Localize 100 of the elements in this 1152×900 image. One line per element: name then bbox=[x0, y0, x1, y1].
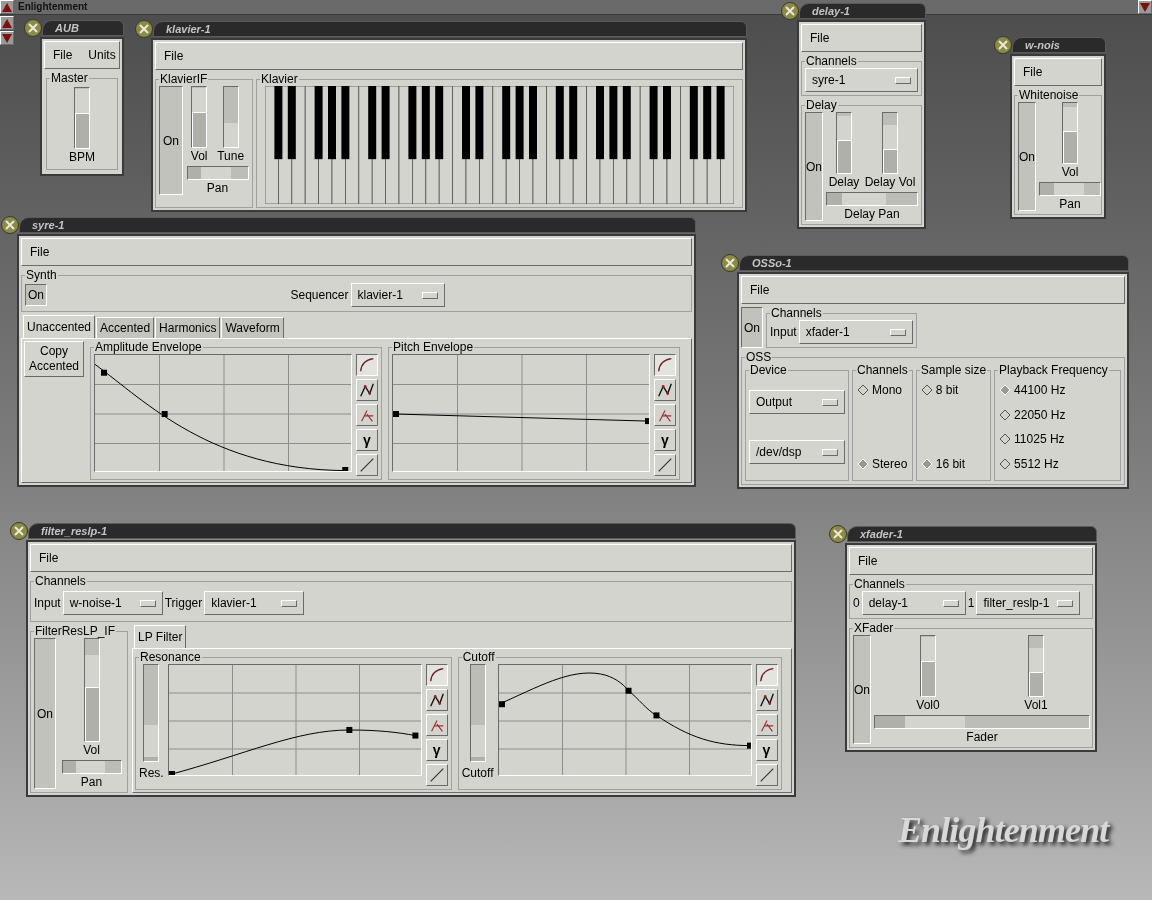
envelope-graph[interactable] bbox=[497, 664, 752, 776]
control-point[interactable] bbox=[746, 742, 752, 749]
on-toggle[interactable]: On bbox=[25, 284, 47, 306]
piano-keyboard-drawing[interactable] bbox=[265, 86, 734, 204]
menu-item[interactable]: File bbox=[750, 284, 770, 296]
curve-tool-button[interactable] bbox=[425, 664, 448, 686]
close-button[interactable] bbox=[829, 525, 847, 543]
option-menu[interactable]: w-noise-1 bbox=[62, 591, 163, 615]
menu-item[interactable]: File bbox=[858, 555, 878, 567]
on-toggle[interactable]: On bbox=[741, 307, 763, 348]
window-title-bar[interactable]: klavier-1 bbox=[153, 21, 747, 37]
curve-tool-button[interactable] bbox=[654, 354, 676, 376]
window-title-bar[interactable]: filter_reslp-1 bbox=[28, 523, 796, 539]
close-button[interactable] bbox=[135, 20, 153, 38]
window-title-bar[interactable]: OSSo-1 bbox=[739, 255, 1129, 271]
control-point[interactable] bbox=[653, 712, 659, 719]
radio-button[interactable]: Mono bbox=[858, 381, 909, 399]
control-point[interactable] bbox=[346, 726, 353, 733]
radio-button[interactable]: 16 bit bbox=[921, 455, 988, 473]
option-menu[interactable]: filter_reslp-1 bbox=[976, 591, 1081, 615]
group-label: XFader bbox=[853, 622, 895, 635]
option-menu[interactable]: syre-1 bbox=[805, 68, 918, 92]
scroll-up-button[interactable] bbox=[0, 0, 14, 14]
group-label: Device bbox=[749, 364, 788, 377]
close-icon bbox=[28, 23, 38, 33]
control-point[interactable] bbox=[625, 687, 632, 694]
option-menu[interactable]: klavier-1 bbox=[204, 591, 305, 615]
slider-label: Fader bbox=[966, 731, 998, 744]
window-title-bar[interactable]: xfader-1 bbox=[847, 526, 1097, 542]
radio-button[interactable]: 5512 Hz bbox=[1000, 454, 1117, 473]
curve-tool-button[interactable] bbox=[755, 664, 778, 686]
menu-item[interactable]: Units bbox=[88, 49, 116, 61]
radio-button[interactable]: Stereo bbox=[858, 455, 909, 473]
group-label: Master bbox=[50, 72, 89, 85]
close-button[interactable] bbox=[10, 522, 28, 540]
close-button[interactable] bbox=[24, 19, 42, 37]
control-point[interactable] bbox=[168, 771, 175, 776]
field-label: Sequencer bbox=[290, 287, 349, 304]
envelope-graph[interactable] bbox=[167, 664, 422, 776]
tab[interactable]: Unaccented bbox=[23, 315, 96, 338]
menu-item[interactable]: File bbox=[164, 50, 184, 62]
radio-button[interactable]: 11025 Hz bbox=[1000, 430, 1117, 449]
menu-item[interactable]: File bbox=[39, 552, 59, 564]
option-indicator-icon bbox=[139, 599, 156, 607]
radio-button[interactable]: 8 bit bbox=[921, 381, 988, 399]
curve-tool-button[interactable]: γ bbox=[425, 739, 448, 761]
control-point[interactable] bbox=[412, 732, 419, 739]
option-menu[interactable]: Output bbox=[749, 390, 845, 414]
control-point[interactable] bbox=[161, 411, 168, 417]
close-button[interactable] bbox=[721, 254, 739, 272]
window-title-bar[interactable]: AUB bbox=[42, 20, 124, 36]
on-toggle[interactable]: On bbox=[159, 86, 183, 195]
close-button[interactable] bbox=[1, 216, 19, 234]
window-title: xfader-1 bbox=[860, 528, 903, 540]
envelope-graph[interactable] bbox=[392, 354, 650, 472]
close-button[interactable] bbox=[994, 36, 1012, 54]
tab[interactable]: Waveform bbox=[221, 317, 284, 338]
copy-accented-button[interactable]: Copy Accented bbox=[24, 341, 84, 377]
control-point[interactable] bbox=[498, 701, 505, 708]
menu-item[interactable]: File bbox=[30, 246, 50, 258]
slider-label: Res. bbox=[139, 766, 164, 780]
field-label: 0 bbox=[853, 595, 860, 612]
scroll-down-button[interactable] bbox=[0, 31, 14, 45]
option-menu[interactable]: /dev/dsp bbox=[749, 440, 845, 464]
on-toggle[interactable]: On bbox=[805, 112, 823, 221]
control-point[interactable] bbox=[645, 418, 650, 425]
window-title-bar[interactable]: w-nois bbox=[1012, 37, 1106, 53]
menu-item[interactable]: File bbox=[1023, 66, 1043, 78]
radio-button[interactable]: 22050 Hz bbox=[1000, 405, 1117, 424]
radio-button[interactable]: 44100 Hz bbox=[1000, 381, 1117, 399]
window-title-bar[interactable]: syre-1 bbox=[19, 217, 696, 233]
option-menu[interactable]: klavier-1 bbox=[350, 283, 445, 307]
option-menu[interactable]: xfader-1 bbox=[798, 320, 913, 344]
option-menu[interactable]: delay-1 bbox=[861, 591, 966, 615]
curve-tool-button[interactable]: γ bbox=[356, 429, 378, 451]
menu-item[interactable]: File bbox=[53, 49, 73, 61]
control-point[interactable] bbox=[342, 467, 349, 472]
menu-item[interactable]: File bbox=[810, 32, 830, 44]
group-label: Playback Frequency bbox=[998, 364, 1109, 377]
tab[interactable]: Accented bbox=[96, 317, 155, 338]
tab[interactable]: LP Filter bbox=[134, 625, 187, 648]
curve-icon bbox=[656, 356, 674, 374]
desktop-logo: Enlightenment bbox=[898, 812, 1109, 848]
curve-tool-button[interactable]: γ bbox=[755, 739, 778, 761]
on-toggle[interactable]: On bbox=[1018, 102, 1036, 211]
on-toggle[interactable]: On bbox=[34, 638, 56, 789]
diagonal-line-icon bbox=[656, 456, 674, 474]
window-title: syre-1 bbox=[32, 219, 65, 231]
control-point[interactable] bbox=[101, 369, 108, 376]
slider-label: Vol bbox=[83, 744, 100, 757]
group-label: Sample size bbox=[919, 364, 988, 377]
slider-label: BPM bbox=[69, 151, 95, 164]
curve-tool-button[interactable] bbox=[356, 354, 378, 376]
group-label: Channels bbox=[856, 364, 909, 377]
tab[interactable]: Harmonics bbox=[155, 317, 221, 338]
on-toggle[interactable]: On bbox=[853, 635, 871, 744]
scroll-up-button[interactable] bbox=[0, 16, 14, 30]
scroll-down-button[interactable] bbox=[1138, 0, 1152, 14]
window-title-bar[interactable]: delay-1 bbox=[799, 3, 926, 19]
curve-tool-button[interactable]: γ bbox=[654, 429, 676, 451]
